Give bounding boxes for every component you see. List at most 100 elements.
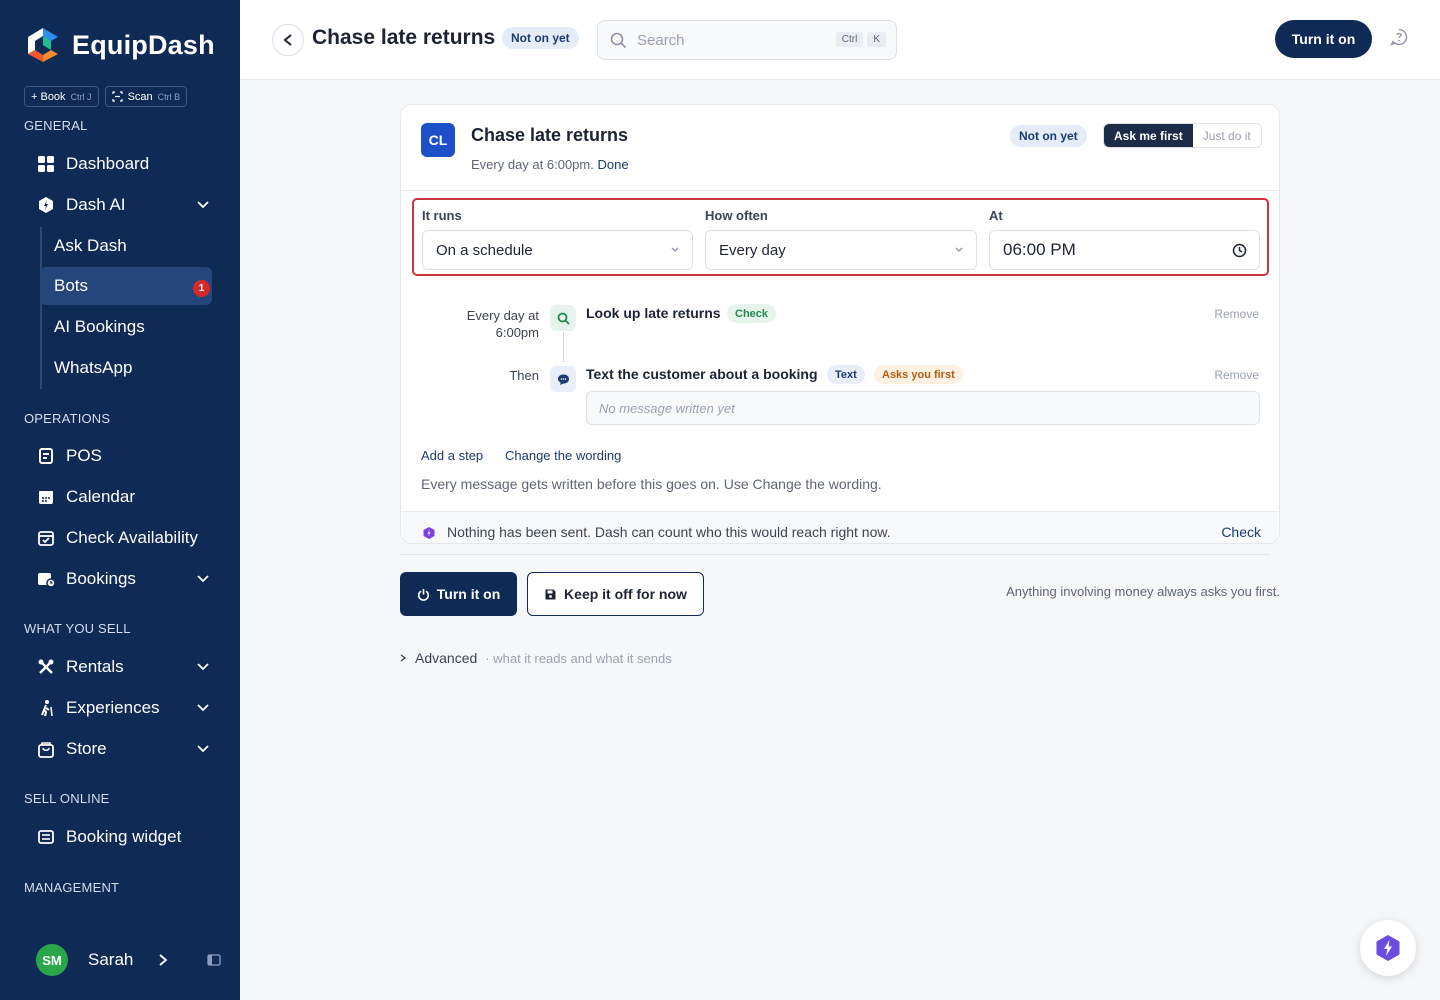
shopping-bag-icon bbox=[36, 739, 56, 759]
shortcut-k: K bbox=[867, 32, 886, 47]
sidebar-item-label: Experiences bbox=[66, 698, 160, 717]
runs-select[interactable]: On a schedule bbox=[422, 230, 693, 270]
bot-title: Chase late returns bbox=[471, 125, 629, 145]
sidebar-item-check-availability[interactable]: Check Availability bbox=[24, 519, 216, 557]
sidebar-item-label: Bots bbox=[54, 276, 89, 295]
keep-off-button[interactable]: Keep it off for now bbox=[527, 572, 704, 616]
dash-ai-fab[interactable] bbox=[1360, 920, 1416, 976]
turn-on-button-header[interactable]: Turn it on bbox=[1275, 20, 1372, 58]
step-1-trigger: Every day at 6:00pm bbox=[466, 308, 539, 340]
search-input[interactable] bbox=[637, 31, 817, 49]
bot-card: CL Chase late returns Every day at 6:00p… bbox=[400, 104, 1280, 544]
sidebar-item-store[interactable]: Store bbox=[24, 730, 216, 768]
ai-hexagon-icon bbox=[1376, 935, 1400, 961]
add-step-link[interactable]: Add a step bbox=[421, 448, 483, 463]
mode-toggle: Ask me first Just do it bbox=[1103, 123, 1262, 148]
section-sell-online: SELL ONLINE bbox=[24, 791, 110, 806]
advanced-label: Advanced bbox=[415, 650, 478, 666]
avatar: SM bbox=[36, 944, 68, 976]
chevron-down-icon bbox=[197, 745, 209, 753]
back-button[interactable] bbox=[272, 24, 304, 56]
collapse-sidebar-icon[interactable] bbox=[207, 953, 222, 967]
app-name: EquipDash bbox=[72, 29, 215, 60]
money-note: Anything involving money always asks you… bbox=[1006, 584, 1280, 599]
sidebar-item-label: Rentals bbox=[66, 657, 124, 676]
sidebar-item-label: WhatsApp bbox=[54, 358, 133, 377]
sidebar-item-dashboard[interactable]: Dashboard bbox=[24, 145, 216, 183]
mode-ask-me-first[interactable]: Ask me first bbox=[1104, 124, 1193, 147]
message-field[interactable]: No message written yet bbox=[586, 391, 1260, 425]
step-2-asks-badge: Asks you first bbox=[874, 365, 963, 384]
dashboard-icon bbox=[36, 154, 56, 174]
hint-text: Every message gets written before this g… bbox=[421, 476, 882, 492]
sidebar-item-booking-widget[interactable]: Booking widget bbox=[24, 818, 216, 856]
turn-on-label: Turn it on bbox=[436, 586, 501, 602]
often-label: How often bbox=[705, 208, 768, 223]
advanced-toggle[interactable]: Advanced · what it reads and what it sen… bbox=[399, 650, 672, 666]
quick-scan-label: Scan bbox=[127, 90, 153, 103]
time-input[interactable]: 06:00 PM bbox=[989, 230, 1260, 270]
sidebar-item-bookings[interactable]: Bookings bbox=[24, 560, 216, 598]
check-reach-link[interactable]: Check bbox=[1221, 524, 1261, 540]
often-select[interactable]: Every day bbox=[705, 230, 977, 270]
chevron-down-icon bbox=[197, 201, 209, 209]
ai-hexagon-icon bbox=[36, 195, 56, 215]
sidebar-item-rentals[interactable]: Rentals bbox=[24, 648, 216, 686]
chevron-down-icon bbox=[671, 247, 679, 252]
sidebar-item-whatsapp[interactable]: WhatsApp bbox=[40, 349, 212, 387]
sidebar-item-bots[interactable]: Bots 1 bbox=[40, 267, 212, 305]
chevron-right-icon bbox=[159, 954, 168, 966]
sidebar-item-calendar[interactable]: Calendar bbox=[24, 478, 216, 516]
quick-book-button[interactable]: + Book Ctrl J bbox=[24, 86, 99, 107]
advanced-subtitle: · what it reads and what it sends bbox=[485, 650, 672, 666]
step-connector bbox=[563, 332, 564, 362]
chevron-down-icon bbox=[197, 575, 209, 583]
runs-label: It runs bbox=[422, 208, 462, 223]
bot-schedule-summary: Every day at 6:00pm. bbox=[471, 157, 594, 172]
quick-book-shortcut: Ctrl J bbox=[70, 91, 92, 102]
chevron-right-icon bbox=[400, 654, 407, 662]
sidebar-item-experiences[interactable]: Experiences bbox=[24, 689, 216, 727]
step-2-trigger: Then bbox=[509, 368, 539, 383]
schedule-section: It runs On a schedule How often Every da… bbox=[412, 198, 1269, 276]
bot-avatar: CL bbox=[421, 123, 455, 157]
step-1-remove[interactable]: Remove bbox=[1214, 307, 1259, 321]
chevron-down-icon bbox=[197, 704, 209, 712]
bot-card-header: CL Chase late returns Every day at 6:00p… bbox=[401, 105, 1279, 191]
bot-summary-done: Done bbox=[597, 157, 629, 172]
search-icon bbox=[610, 32, 627, 48]
ai-hexagon-icon bbox=[423, 527, 435, 539]
sidebar-item-label: Booking widget bbox=[66, 827, 182, 846]
sidebar-item-label: Bookings bbox=[66, 569, 136, 588]
hiking-icon bbox=[36, 698, 56, 718]
mode-just-do-it[interactable]: Just do it bbox=[1192, 124, 1261, 147]
quick-scan-button[interactable]: Scan Ctrl B bbox=[104, 86, 188, 107]
sidebar-item-pos[interactable]: POS bbox=[24, 437, 216, 475]
sidebar-item-label: Calendar bbox=[66, 487, 135, 506]
power-icon bbox=[417, 588, 429, 601]
section-management: MANAGEMENT bbox=[24, 880, 120, 895]
clock-icon[interactable] bbox=[1232, 243, 1247, 258]
turn-on-button[interactable]: Turn it on bbox=[400, 572, 517, 616]
calendar-icon bbox=[36, 487, 56, 507]
at-label: At bbox=[989, 208, 1003, 223]
bookings-icon bbox=[36, 569, 56, 589]
chat-icon bbox=[550, 366, 576, 392]
change-wording-link[interactable]: Change the wording bbox=[505, 448, 621, 463]
sidebar-item-dash-ai[interactable]: Dash AI bbox=[24, 186, 216, 224]
sidebar-item-ask-dash[interactable]: Ask Dash bbox=[40, 227, 212, 265]
logo-icon bbox=[28, 28, 58, 62]
user-name: Sarah bbox=[88, 950, 134, 969]
printer-icon bbox=[36, 446, 56, 466]
chevron-down-icon bbox=[197, 663, 209, 671]
section-what-you-sell: WHAT YOU SELL bbox=[24, 621, 131, 636]
search-box[interactable]: Ctrl K bbox=[597, 20, 897, 60]
sidebar-item-ai-bookings[interactable]: AI Bookings bbox=[40, 308, 212, 346]
step-2-remove[interactable]: Remove bbox=[1214, 368, 1259, 382]
sidebar-item-label: AI Bookings bbox=[54, 317, 145, 336]
logo[interactable]: EquipDash bbox=[24, 26, 215, 64]
help-icon[interactable] bbox=[1390, 28, 1408, 46]
runs-value: On a schedule bbox=[436, 241, 533, 259]
bot-status-badge: Not on yet bbox=[1010, 125, 1087, 147]
user-menu[interactable]: SM Sarah bbox=[36, 944, 226, 976]
